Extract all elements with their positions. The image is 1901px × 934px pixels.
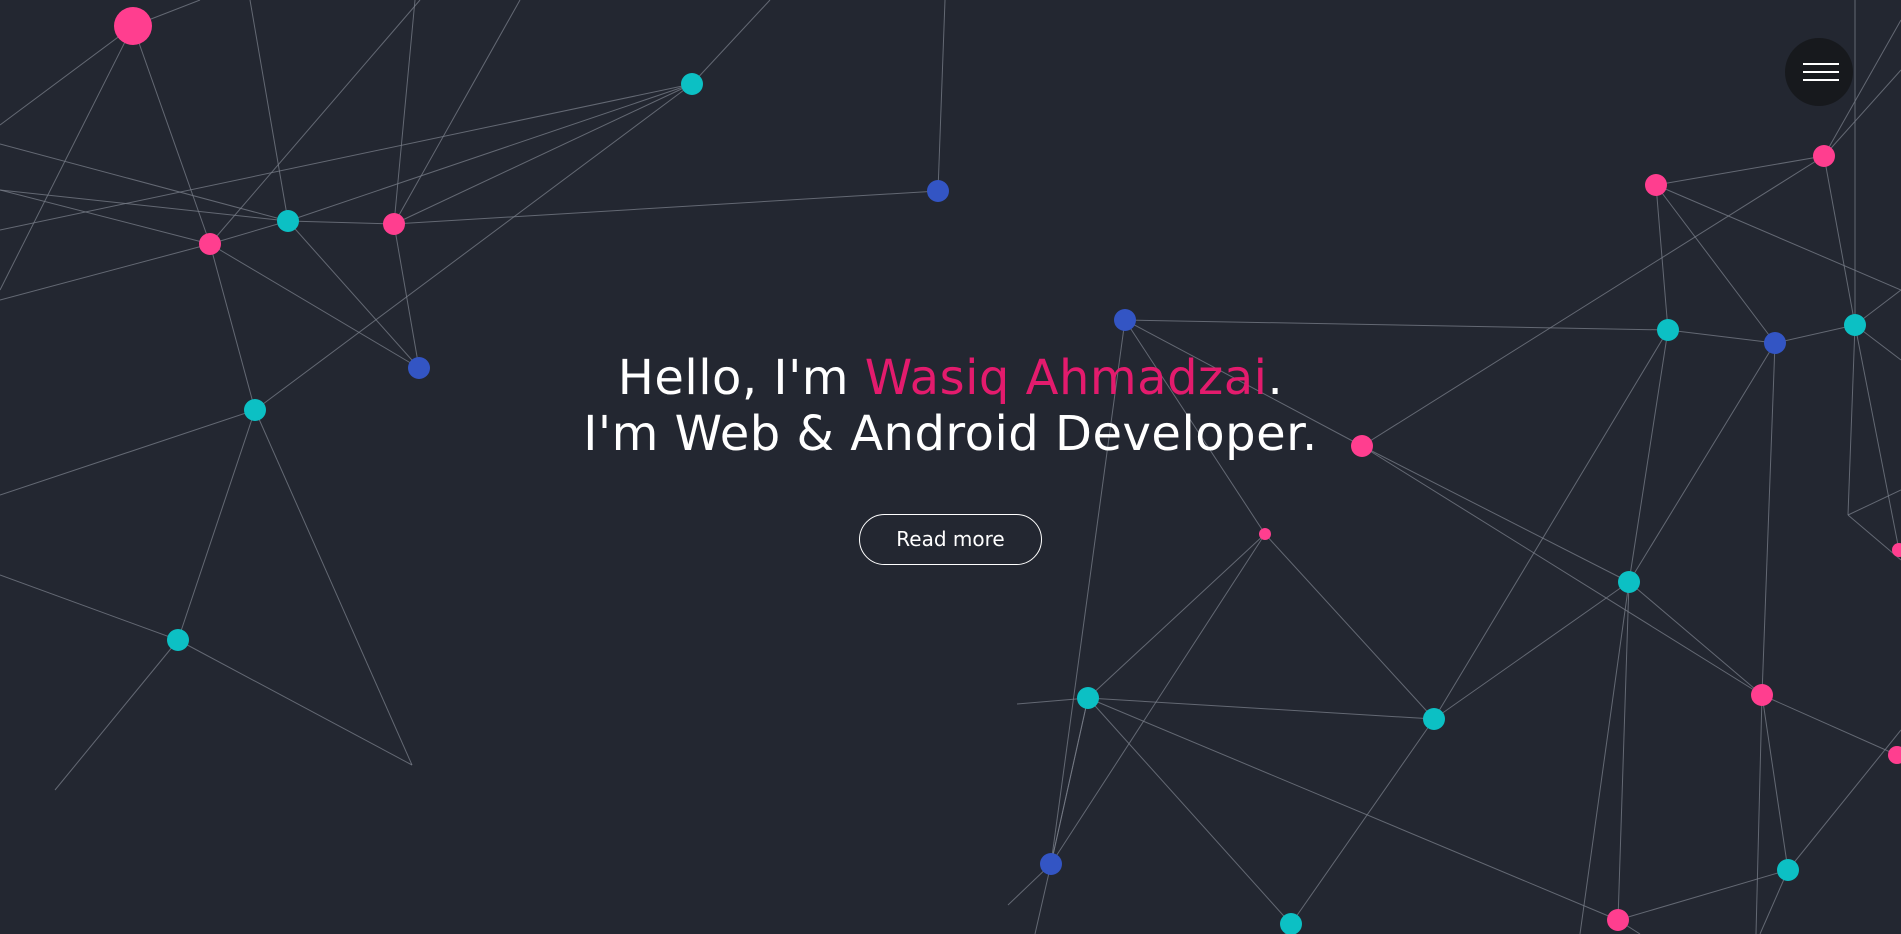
network-link <box>1290 718 1435 925</box>
network-link <box>1655 184 1776 344</box>
hero-greeting: Hello, I'm <box>617 350 865 406</box>
network-node <box>1844 314 1866 336</box>
network-link <box>1628 581 1763 696</box>
network-link <box>287 220 395 225</box>
network-link <box>691 0 771 85</box>
network-link <box>1050 697 1089 865</box>
network-node <box>1657 319 1679 341</box>
network-link <box>0 189 289 222</box>
network-link <box>937 0 946 192</box>
hero-content: Hello, I'm Wasiq Ahmadzai. I'm Web & And… <box>0 350 1901 565</box>
network-node <box>114 7 152 45</box>
network-node <box>277 210 299 232</box>
hero-headline: Hello, I'm Wasiq Ahmadzai. <box>0 350 1901 406</box>
network-link <box>1667 329 1776 344</box>
network-link <box>0 574 179 641</box>
hamburger-menu-icon-bar <box>1803 79 1839 81</box>
network-link <box>1774 324 1856 344</box>
network-node <box>1645 174 1667 196</box>
network-link <box>54 639 179 791</box>
network-link <box>0 189 211 245</box>
network-link <box>1655 184 1669 331</box>
network-link <box>177 639 413 766</box>
network-link <box>1579 581 1630 934</box>
network-node <box>1280 913 1302 934</box>
network-node <box>1040 853 1062 875</box>
network-node <box>1618 571 1640 593</box>
hero-greeting-suffix: . <box>1267 350 1284 406</box>
hero-name: Wasiq Ahmadzai <box>864 350 1268 406</box>
network-link <box>287 83 693 222</box>
network-link <box>1617 581 1630 921</box>
network-node <box>1777 859 1799 881</box>
network-link <box>1655 184 1901 291</box>
network-node <box>681 73 703 95</box>
network-node <box>927 180 949 202</box>
network-node <box>383 213 405 235</box>
read-more-button[interactable]: Read more <box>859 514 1042 565</box>
hero-section: Hello, I'm Wasiq Ahmadzai. I'm Web & And… <box>0 0 1901 934</box>
network-link <box>1087 697 1619 921</box>
network-link <box>1433 581 1630 720</box>
network-link <box>1655 155 1825 186</box>
network-link <box>393 190 939 225</box>
network-link <box>1755 694 1763 934</box>
network-node <box>167 629 189 651</box>
network-link <box>393 0 416 225</box>
menu-button[interactable] <box>1785 38 1853 106</box>
network-link <box>0 83 693 231</box>
network-link <box>209 0 421 245</box>
hero-tagline: I'm Web & Android Developer. <box>583 406 1318 462</box>
network-link <box>1761 694 1789 871</box>
hamburger-menu-icon <box>1803 63 1839 65</box>
network-link <box>287 220 420 369</box>
network-link <box>0 25 134 126</box>
network-link <box>209 220 289 245</box>
network-link <box>0 25 134 291</box>
hamburger-menu-icon-bar <box>1803 71 1839 73</box>
network-node <box>1077 687 1099 709</box>
network-link <box>393 83 693 225</box>
network-link <box>249 0 289 222</box>
network-link <box>393 223 420 369</box>
network-link <box>1823 155 1856 326</box>
network-link <box>1087 697 1435 720</box>
network-link <box>1124 319 1669 331</box>
network-link <box>1761 694 1898 756</box>
network-link <box>0 243 211 301</box>
network-node <box>1423 708 1445 730</box>
network-node <box>1813 145 1835 167</box>
network-node <box>199 233 221 255</box>
network-link <box>1087 697 1292 925</box>
network-link <box>1787 729 1901 871</box>
network-node <box>1114 309 1136 331</box>
network-link <box>1617 869 1789 921</box>
network-node <box>1751 684 1773 706</box>
network-link <box>0 143 289 222</box>
network-link <box>393 0 521 225</box>
network-node <box>1888 746 1901 764</box>
network-node <box>1607 909 1629 931</box>
